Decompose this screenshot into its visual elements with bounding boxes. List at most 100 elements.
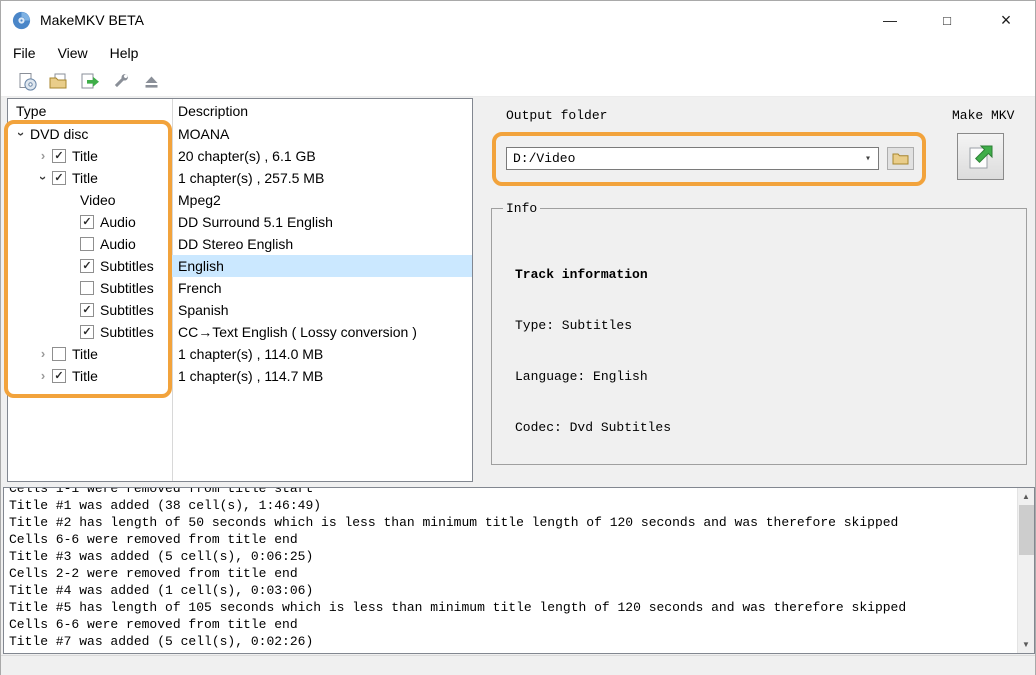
tree-row-selected[interactable]: ✓ Subtitles English: [8, 255, 472, 277]
tree-row-type: Title: [72, 368, 98, 384]
checkbox-checked-icon[interactable]: ✓: [80, 215, 94, 229]
tree-row-description: DD Surround 5.1 English: [178, 214, 333, 230]
minimize-button[interactable]: —: [867, 1, 913, 39]
tree-row[interactable]: Audio DD Stereo English: [8, 233, 472, 255]
menu-help[interactable]: Help: [100, 41, 149, 65]
info-line: Type: Subtitles: [515, 318, 633, 333]
info-line: Language: English: [515, 369, 648, 384]
checkbox-unchecked-icon[interactable]: [80, 237, 94, 251]
tree-row[interactable]: Video Mpeg2: [8, 189, 472, 211]
tree-row[interactable]: ✓ Audio DD Surround 5.1 English: [8, 211, 472, 233]
output-folder-label: Output folder: [506, 108, 608, 123]
log-panel[interactable]: Cells 1-1 were removed from title start …: [3, 487, 1035, 654]
make-mkv-button[interactable]: [957, 133, 1004, 180]
log-line: Title #3 was added (5 cell(s), 0:06:25): [9, 549, 314, 564]
column-header-type[interactable]: Type: [8, 103, 172, 119]
eject-button[interactable]: [139, 69, 164, 94]
checkbox-unchecked-icon[interactable]: [80, 281, 94, 295]
tree-row-description: 1 chapter(s) , 257.5 MB: [178, 170, 325, 186]
tree-row-description: 1 chapter(s) , 114.0 MB: [178, 346, 324, 362]
chevron-right-icon[interactable]: ›: [34, 345, 52, 363]
chevron-right-icon[interactable]: ›: [34, 367, 52, 385]
checkbox-checked-icon[interactable]: ✓: [80, 303, 94, 317]
eject-icon: [145, 76, 158, 88]
chevron-down-icon[interactable]: ›: [34, 169, 52, 187]
tree-row[interactable]: › ✓ Title 1 chapter(s) , 257.5 MB: [8, 167, 472, 189]
log-line: Title #2 has length of 50 seconds which …: [9, 515, 899, 530]
checkbox-unchecked-icon[interactable]: [52, 347, 66, 361]
chevron-right-icon[interactable]: ›: [34, 147, 52, 165]
tree-row[interactable]: ✓ Subtitles Spanish: [8, 299, 472, 321]
tree-row[interactable]: › ✓ Title 1 chapter(s) , 114.7 MB: [8, 365, 472, 387]
open-files-button[interactable]: [46, 69, 71, 94]
tree-row-type: Video: [80, 192, 116, 208]
window-title: MakeMKV BETA: [40, 12, 144, 28]
column-header-description[interactable]: Description: [172, 99, 472, 123]
titlebar: MakeMKV BETA — □ ×: [1, 1, 1035, 39]
info-line: Codec: Dvd Subtitles: [515, 420, 672, 435]
log-line: Cells 6-6 were removed from title end: [9, 617, 298, 632]
tree-row[interactable]: › DVD disc MOANA: [8, 123, 472, 145]
log-text: Cells 1-1 were removed from title start …: [9, 488, 1016, 650]
app-logo-icon: [12, 11, 31, 29]
checkbox-checked-icon[interactable]: ✓: [52, 369, 66, 383]
close-button[interactable]: ×: [983, 1, 1029, 39]
menu-view[interactable]: View: [48, 41, 98, 65]
checkbox-checked-icon[interactable]: ✓: [80, 325, 94, 339]
tree-row[interactable]: Subtitles French: [8, 277, 472, 299]
tree-row-description: DD Stereo English: [178, 236, 294, 252]
tree-row-type: Subtitles: [100, 302, 154, 318]
maximize-button[interactable]: □: [924, 1, 970, 39]
tree-row-type: Subtitles: [100, 324, 154, 340]
save-mkv-button[interactable]: [77, 69, 102, 94]
scrollbar-thumb[interactable]: [1019, 505, 1034, 555]
tree-row-type: Audio: [100, 214, 136, 230]
tree-row-type: Subtitles: [100, 280, 154, 296]
make-mkv-icon: [969, 145, 992, 168]
checkbox-checked-icon[interactable]: ✓: [52, 171, 66, 185]
tree-row-description: Spanish: [178, 302, 229, 318]
scroll-down-icon[interactable]: ▼: [1018, 636, 1034, 653]
tree-row-description: MOANA: [178, 126, 230, 142]
status-bar: [1, 655, 1035, 675]
open-folder-icon: [49, 73, 67, 88]
tree-row-type: Subtitles: [100, 258, 154, 274]
chevron-down-icon[interactable]: ›: [12, 125, 30, 143]
menu-file[interactable]: File: [3, 41, 46, 65]
browse-folder-button[interactable]: [887, 147, 914, 170]
tree-row-description: Mpeg2: [178, 192, 221, 208]
checkbox-checked-icon[interactable]: ✓: [52, 149, 66, 163]
preferences-button[interactable]: [108, 69, 133, 94]
track-information-text: Track information Type: Subtitles Langua…: [515, 232, 671, 470]
log-line: Title #7 was added (5 cell(s), 0:02:26): [9, 634, 314, 649]
log-line: Title #5 has length of 105 seconds which…: [9, 600, 907, 615]
tree-row-description: 1 chapter(s) , 114.7 MB: [178, 368, 324, 384]
wrench-icon: [114, 73, 128, 87]
checkbox-checked-icon[interactable]: ✓: [80, 259, 94, 273]
tree-row-description: CC→Text English ( Lossy conversion ): [178, 324, 417, 340]
folder-icon: [892, 153, 909, 165]
tree-row-description: 20 chapter(s) , 6.1 GB: [178, 148, 316, 164]
log-line: Cells 6-6 were removed from title end: [9, 532, 298, 547]
log-line: Title #4 was added (1 cell(s), 0:03:06): [9, 583, 314, 598]
output-folder-combobox[interactable]: D:/Video ▾: [506, 147, 879, 170]
tree-row-type: Title: [72, 148, 98, 164]
open-disc-button[interactable]: [15, 69, 40, 94]
output-folder-value: D:/Video: [513, 151, 576, 166]
tree-row-type: DVD disc: [30, 126, 89, 142]
chevron-down-icon[interactable]: ▾: [858, 153, 878, 165]
tree-row-description: English: [172, 255, 472, 277]
info-line: Track information: [515, 267, 648, 282]
toolbar: [1, 66, 1035, 97]
tree-row-type: Audio: [100, 236, 136, 252]
tree-row[interactable]: ✓ Subtitles CC→Text English ( Lossy conv…: [8, 321, 472, 343]
tree-row-type: Title: [72, 346, 98, 362]
tree-row[interactable]: › Title 1 chapter(s) , 114.0 MB: [8, 343, 472, 365]
tree-row[interactable]: › ✓ Title 20 chapter(s) , 6.1 GB: [8, 145, 472, 167]
info-group-label: Info: [503, 201, 541, 216]
tree-header: Type Description: [8, 99, 472, 123]
menu-bar: File View Help: [1, 39, 1035, 66]
scroll-up-icon[interactable]: ▲: [1018, 488, 1034, 505]
log-line: Cells 2-2 were removed from title end: [9, 566, 298, 581]
log-scrollbar[interactable]: ▲ ▼: [1017, 488, 1034, 653]
